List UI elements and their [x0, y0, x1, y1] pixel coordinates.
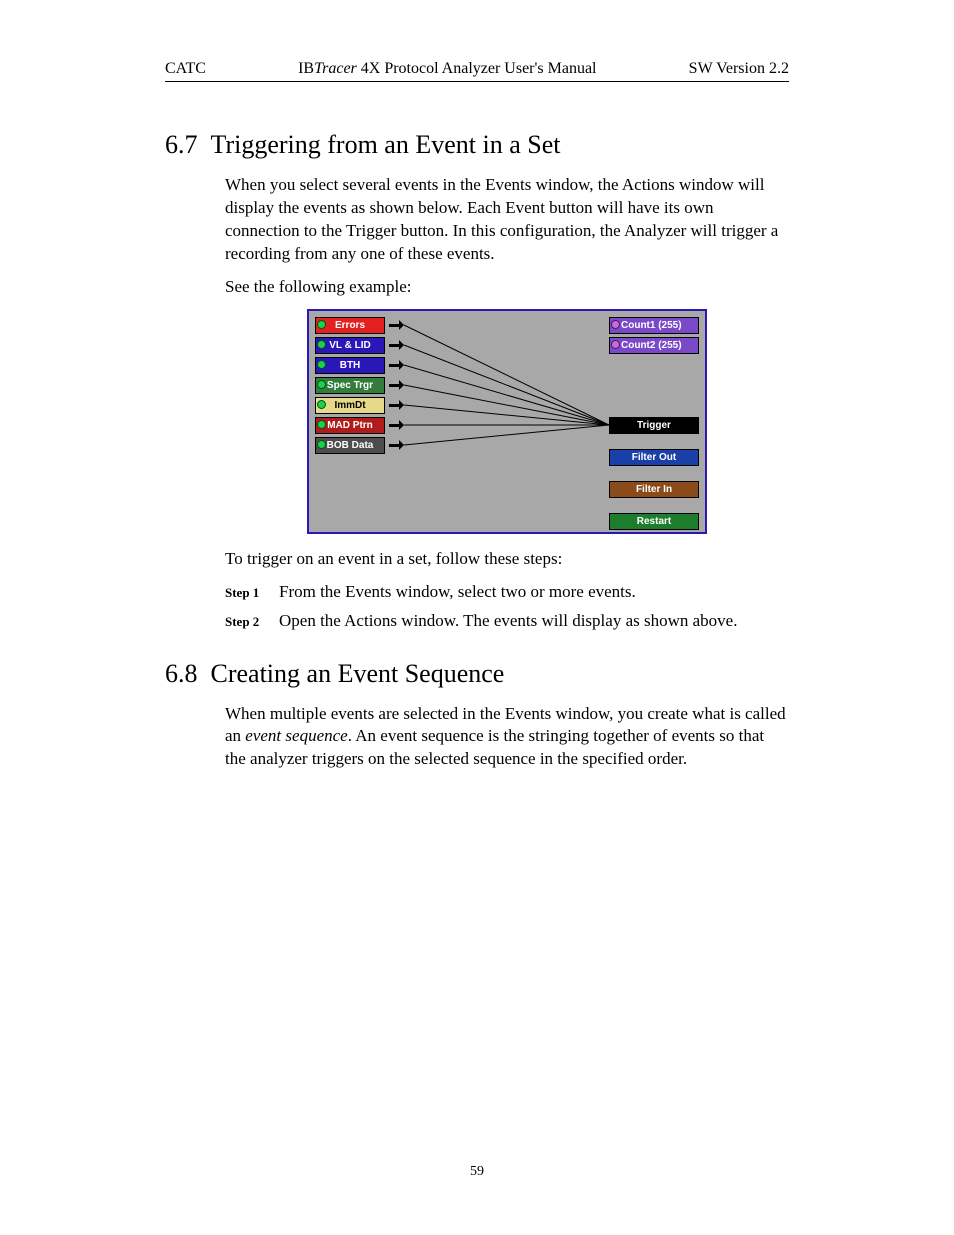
event-button[interactable]: BTH — [315, 357, 385, 374]
step-label: Step 1 — [225, 581, 279, 604]
status-dot-icon — [317, 440, 326, 449]
steps-list: Step 1From the Events window, select two… — [225, 581, 789, 633]
event-button[interactable]: MAD Ptrn — [315, 417, 385, 434]
connector-stub-icon — [389, 444, 399, 447]
status-dot-icon — [611, 340, 620, 349]
event-button[interactable]: BOB Data — [315, 437, 385, 454]
connector-stub-icon — [389, 424, 399, 427]
step-row: Step 2Open the Actions window. The event… — [225, 610, 789, 633]
event-button[interactable]: ImmDt — [315, 397, 385, 414]
action-button[interactable]: Restart — [609, 513, 699, 530]
action-button[interactable]: Filter In — [609, 481, 699, 498]
counter-button[interactable]: Count1 (255) — [609, 317, 699, 334]
event-button[interactable]: Errors — [315, 317, 385, 334]
section2-para1: When multiple events are selected in the… — [225, 703, 789, 772]
step-row: Step 1From the Events window, select two… — [225, 581, 789, 604]
status-dot-icon — [317, 360, 326, 369]
status-dot-icon — [317, 400, 326, 409]
actions-window-diagram: Errors VL & LID BTH Spec Trgr ImmDt MAD Ptrn B… — [307, 309, 707, 534]
section1-para2: See the following example: — [225, 276, 789, 299]
status-dot-icon — [317, 420, 326, 429]
status-dot-icon — [317, 340, 326, 349]
step-text: Open the Actions window. The events will… — [279, 610, 737, 633]
action-button[interactable]: Filter Out — [609, 449, 699, 466]
section1-after-fig: To trigger on an event in a set, follow … — [225, 548, 789, 571]
header-center: IBTracer 4X Protocol Analyzer User's Man… — [298, 60, 596, 78]
counter-button[interactable]: Count2 (255) — [609, 337, 699, 354]
connector-stub-icon — [389, 404, 399, 407]
event-button[interactable]: Spec Trgr — [315, 377, 385, 394]
status-dot-icon — [317, 380, 326, 389]
status-dot-icon — [317, 320, 326, 329]
connector-stub-icon — [389, 324, 399, 327]
section1-para1: When you select several events in the Ev… — [225, 174, 789, 266]
step-text: From the Events window, select two or mo… — [279, 581, 636, 604]
connector-stub-icon — [389, 344, 399, 347]
event-button[interactable]: VL & LID — [315, 337, 385, 354]
step-label: Step 2 — [225, 610, 279, 633]
section-heading-6-7: 6.7 Triggering from an Event in a Set — [165, 130, 789, 160]
connector-stub-icon — [389, 364, 399, 367]
header-left: CATC — [165, 60, 206, 78]
status-dot-icon — [611, 320, 620, 329]
page-number: 59 — [0, 1164, 954, 1180]
header-right: SW Version 2.2 — [689, 60, 789, 78]
page-header: CATC IBTracer 4X Protocol Analyzer User'… — [165, 60, 789, 82]
section-heading-6-8: 6.8 Creating an Event Sequence — [165, 659, 789, 689]
action-button[interactable]: Trigger — [609, 417, 699, 434]
connector-stub-icon — [389, 384, 399, 387]
